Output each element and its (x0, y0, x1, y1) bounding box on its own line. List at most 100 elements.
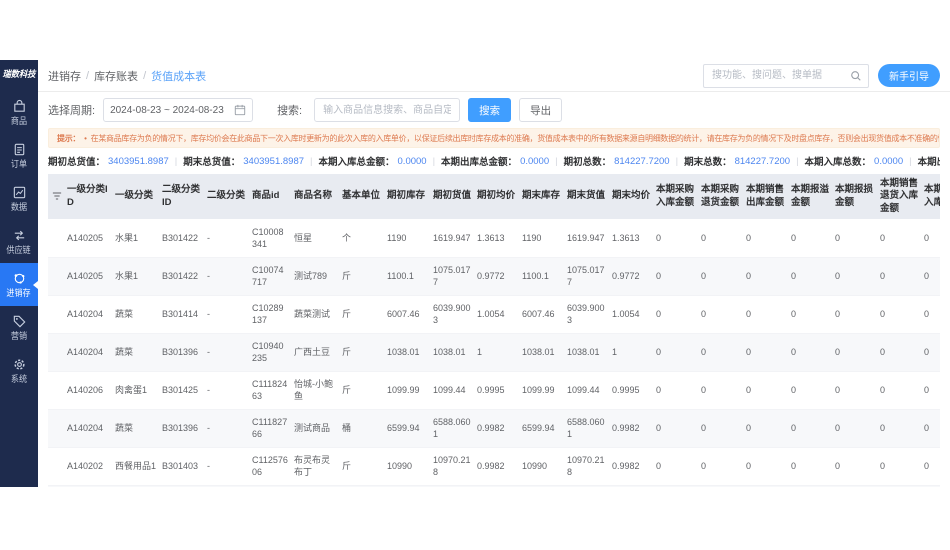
column-header: 期末均价 (609, 174, 653, 219)
summary-value: 0.0000 (874, 156, 903, 167)
beginner-guide-button[interactable]: 新手引导 (878, 64, 940, 87)
table-cell: 0 (832, 371, 877, 409)
table-cell: 0.9982 (474, 447, 519, 485)
table-cell (474, 485, 519, 487)
breadcrumb-item[interactable]: 货值成本表 (151, 68, 206, 84)
order-icon (12, 141, 27, 157)
table-cell (743, 485, 788, 487)
summary-divider: | (909, 156, 911, 167)
table-cell: 1038.01 (384, 333, 430, 371)
summary-divider: | (796, 156, 798, 167)
table-cell: 0 (877, 295, 921, 333)
table-cell: 6007.46 (384, 295, 430, 333)
summary-value: 0.0000 (398, 156, 427, 167)
table-cell: 0 (921, 371, 940, 409)
summary-value: 0.0000 (520, 156, 549, 167)
exchange-icon (12, 227, 27, 243)
table-header-row: 一级分类ID一级分类二级分类ID二级分类商品id商品名称基本单位期初库存期初货值… (48, 174, 940, 219)
table-cell: 恒星 (291, 219, 339, 257)
column-header: 二级分类ID (159, 174, 204, 219)
table-cell: 0 (698, 295, 743, 333)
table-cell (204, 485, 249, 487)
sidebar-item-marketing[interactable]: 营销 (0, 306, 38, 349)
search-icon[interactable] (850, 70, 862, 82)
table-cell: 0 (653, 333, 698, 371)
hint-text: 在某商品库存为负的情况下，库存均价会在此商品下一次入库时更新为的此次入库的入库单… (91, 134, 940, 143)
summary-divider: | (676, 156, 678, 167)
sidebar-item-inventory[interactable]: 进销存 (0, 263, 38, 306)
breadcrumb-item[interactable]: 库存账表 (94, 68, 138, 84)
summary-label: 期末总数： (684, 154, 732, 168)
table-cell: 1619.947 (430, 219, 474, 257)
table-cell (832, 485, 877, 487)
column-header: 商品id (249, 174, 291, 219)
global-search[interactable] (703, 64, 869, 88)
column-header: 商品名称 (291, 174, 339, 219)
table-cell: 10970.218 (430, 447, 474, 485)
table-cell: 0.9982 (609, 447, 653, 485)
table-cell: 斤 (339, 295, 384, 333)
table-cell: 怡城-小鲍鱼 (291, 371, 339, 409)
export-button[interactable]: 导出 (519, 98, 562, 122)
table-cell: - (204, 447, 249, 485)
column-header: 本期销售出库金额 (743, 174, 788, 219)
table-cell: 10990 (384, 447, 430, 485)
sidebar-item-goods[interactable]: 商品 (0, 91, 38, 134)
table-cell: B301414 (159, 295, 204, 333)
topbar-right: 新手引导 (703, 64, 940, 88)
topbar: 进销存/库存账表/货值成本表 新手引导 (38, 60, 950, 92)
table-cell: 1099.44 (430, 371, 474, 409)
search-button[interactable]: 搜索 (468, 98, 511, 122)
table-cell: 0.9982 (609, 409, 653, 447)
table-cell: 1100.1 (519, 257, 564, 295)
summary-label: 本期入库总数： (805, 154, 872, 168)
table-cell: 斤 (339, 447, 384, 485)
table-cell: 0 (788, 257, 832, 295)
table-row: A140204蔬菜B301396-C10940235广西土豆斤1038.0110… (48, 333, 940, 371)
breadcrumb-item[interactable]: 进销存 (48, 68, 81, 84)
sidebar-item-supply-chain[interactable]: 供应链 (0, 220, 38, 263)
sidebar-item-system[interactable]: 系统 (0, 349, 38, 392)
table-cell: 0 (743, 295, 788, 333)
row-leading-cell (48, 257, 64, 295)
summary-divider: | (175, 156, 177, 167)
sidebar-item-data[interactable]: 数据 (0, 177, 38, 220)
table-cell: 1190 (384, 219, 430, 257)
table-cell: 0 (653, 447, 698, 485)
table-row: A140206肉禽蛋1B301425-C11182463怡城-小鲍鱼斤1099.… (48, 371, 940, 409)
calendar-icon[interactable] (234, 104, 246, 116)
filter-row: 选择周期: 2024-08-23 ~ 2024-08-23 搜索: 搜索 导出 (48, 92, 940, 128)
column-header: 本期采购退货金额 (698, 174, 743, 219)
summary-stats: 期初总货值：3403951.8987|期末总货值：3403951.8987|本期… (48, 148, 940, 174)
table-cell: 0 (877, 371, 921, 409)
summary-divider: | (433, 156, 435, 167)
global-search-input[interactable] (710, 69, 850, 82)
table-row: A140204蔬菜B301396-C11182766测试商品桶6599.9465… (48, 409, 940, 447)
chart-icon (12, 184, 27, 200)
product-search-input[interactable] (321, 104, 453, 117)
sidebar-item-orders[interactable]: 订单 (0, 134, 38, 177)
table-cell: - (204, 295, 249, 333)
row-leading-cell (48, 409, 64, 447)
filter-icon[interactable] (48, 174, 64, 219)
table-cell: 0 (653, 371, 698, 409)
product-search-field[interactable] (314, 98, 460, 122)
date-range-picker[interactable]: 2024-08-23 ~ 2024-08-23 (103, 98, 253, 122)
table-row: A140204蔬菜B301414-C10289137蔬菜测试斤6007.4660… (48, 295, 940, 333)
inventory-icon (12, 270, 27, 286)
table-cell (64, 485, 112, 487)
table-cell: 0 (788, 447, 832, 485)
table-cell: - (204, 219, 249, 257)
table-row (48, 485, 940, 487)
column-header: 二级分类 (204, 174, 249, 219)
table-cell: 0.9995 (474, 371, 519, 409)
table-cell: 0.9982 (474, 409, 519, 447)
summary-label: 期初总货值： (48, 154, 105, 168)
table-cell (653, 485, 698, 487)
row-leading-cell (48, 333, 64, 371)
table-cell: 西餐用品1 (112, 447, 159, 485)
date-range-value: 2024-08-23 ~ 2024-08-23 (110, 105, 224, 116)
table-cell: 0 (921, 447, 940, 485)
table-cell: 0 (921, 219, 940, 257)
breadcrumb-separator: / (86, 70, 89, 82)
